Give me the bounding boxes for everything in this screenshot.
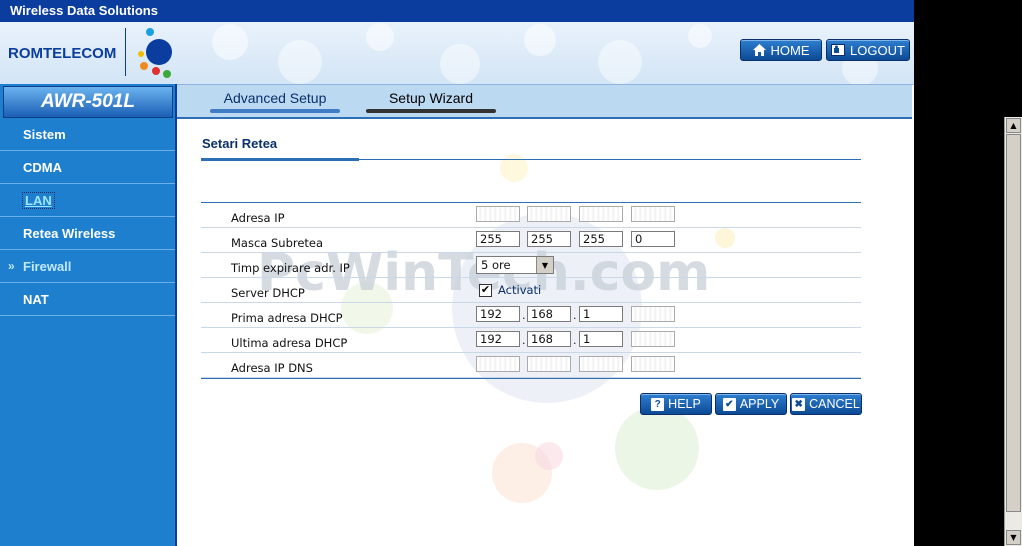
scroll-up-icon[interactable]: ▲ [1006, 118, 1021, 133]
first-octet-3-input[interactable] [579, 306, 623, 322]
mask-octet-4-input[interactable] [631, 231, 675, 247]
table-bottom-divider [201, 378, 861, 379]
checkmark-icon: ✔ [722, 397, 736, 411]
logo-separator [125, 28, 126, 76]
octet-separator: . [573, 334, 577, 347]
help-label: HELP [668, 397, 701, 411]
ip-octet-2-input[interactable] [527, 206, 571, 222]
last-octet-2-input[interactable] [527, 331, 571, 347]
last-octet-1-input[interactable] [476, 331, 520, 347]
scroll-thumb[interactable] [1006, 134, 1021, 512]
cancel-label: CANCEL [809, 397, 860, 411]
sidebar-item-label: CDMA [23, 159, 62, 175]
dns-octet-2-input[interactable] [527, 356, 571, 372]
dns-octet-3-input[interactable] [579, 356, 623, 372]
apply-label: APPLY [739, 397, 780, 411]
tab-bar: Advanced Setup Setup Wizard [177, 84, 912, 119]
mask-octet-1-input[interactable] [476, 231, 520, 247]
first-octet-4-input[interactable] [631, 306, 675, 322]
logout-button[interactable]: LOGOUT [826, 39, 910, 61]
octet-separator: . [522, 334, 526, 347]
dns-octet-4-input[interactable] [631, 356, 675, 372]
row-dns-ip: Adresa IP DNS [201, 353, 861, 378]
first-octet-2-input[interactable] [527, 306, 571, 322]
router-admin-frame: Wireless Data Solutions ROMTELECOM HOME … [0, 0, 914, 546]
sidebar-menu: Sistem CDMA LAN Retea Wireless » Firewal… [0, 118, 175, 316]
row-ip-address: Adresa IP [201, 203, 861, 228]
brand-logo-text: ROMTELECOM [8, 45, 117, 62]
header-banner: ROMTELECOM HOME LOGOUT [0, 22, 914, 85]
sidebar-item-cdma[interactable]: CDMA [0, 151, 175, 184]
last-octet-3-input[interactable] [579, 331, 623, 347]
device-model: AWR-501L [3, 86, 173, 118]
row-dhcp-server: Server DHCP ✔ Activati [201, 278, 861, 303]
row-first-dhcp: Prima adresa DHCP . . [201, 303, 861, 328]
tab-setup-wizard[interactable]: Setup Wizard [366, 85, 496, 113]
dhcp-enable-label: Activati [498, 283, 542, 297]
last-octet-4-input[interactable] [631, 331, 675, 347]
lease-time-label: Timp expirare adr. IP [231, 261, 350, 275]
logout-icon [831, 44, 846, 56]
logout-label: LOGOUT [850, 42, 905, 58]
sidebar-item-label: Firewall [23, 258, 72, 274]
ip-octet-1-input[interactable] [476, 206, 520, 222]
question-icon: ? [651, 397, 665, 411]
lease-time-select[interactable]: 5 ore ▼ [476, 256, 554, 274]
lease-time-value: 5 ore [481, 258, 511, 272]
sidebar-item-retea-wireless[interactable]: Retea Wireless [0, 217, 175, 250]
home-icon [752, 44, 766, 56]
sidebar-item-label: LAN [22, 191, 55, 209]
cancel-button[interactable]: ✖ CANCEL [790, 393, 862, 415]
section-title: Setari Retea [202, 136, 278, 151]
sidebar-item-label: Sistem [23, 126, 66, 142]
sidebar-item-label: NAT [23, 291, 49, 307]
title-underline [201, 158, 359, 161]
octet-separator: . [522, 309, 526, 322]
home-label: HOME [770, 42, 810, 58]
sidebar: AWR-501L Sistem CDMA LAN Retea Wireless … [0, 84, 177, 546]
sidebar-item-firewall[interactable]: » Firewall [0, 250, 175, 283]
apply-button[interactable]: ✔ APPLY [715, 393, 787, 415]
scroll-down-icon[interactable]: ▼ [1006, 530, 1021, 545]
ip-octet-3-input[interactable] [579, 206, 623, 222]
vertical-scrollbar[interactable]: ▲ ▼ [1004, 117, 1022, 546]
subnet-mask-label: Masca Subretea [231, 236, 324, 250]
ip-address-label: Adresa IP [231, 211, 285, 225]
home-button[interactable]: HOME [740, 39, 822, 61]
mask-octet-3-input[interactable] [579, 231, 623, 247]
dns-ip-label: Adresa IP DNS [231, 361, 313, 375]
octet-separator: . [573, 309, 577, 322]
row-subnet-mask: Masca Subretea [201, 228, 861, 253]
close-icon: ✖ [792, 397, 806, 411]
first-dhcp-label: Prima adresa DHCP [231, 311, 343, 325]
tab-advanced-setup[interactable]: Advanced Setup [210, 85, 340, 113]
row-last-dhcp: Ultima adresa DHCP . . [201, 328, 861, 353]
brand-logo-icon [138, 28, 172, 78]
last-dhcp-label: Ultima adresa DHCP [231, 336, 348, 350]
help-button[interactable]: ? HELP [640, 393, 712, 415]
chevron-double-right-icon: » [8, 259, 14, 273]
sidebar-item-lan[interactable]: LAN [0, 184, 175, 217]
row-lease-time: Timp expirare adr. IP 5 ore ▼ [201, 253, 861, 278]
dhcp-server-label: Server DHCP [231, 286, 305, 300]
sidebar-item-sistem[interactable]: Sistem [0, 118, 175, 151]
first-octet-1-input[interactable] [476, 306, 520, 322]
dhcp-enable-checkbox[interactable]: ✔ [479, 284, 492, 297]
sidebar-item-label: Retea Wireless [23, 225, 116, 241]
dropdown-arrow-icon: ▼ [536, 257, 553, 273]
app-title: Wireless Data Solutions [10, 3, 158, 18]
title-bar: Wireless Data Solutions [0, 0, 914, 22]
sidebar-item-nat[interactable]: NAT [0, 283, 175, 316]
ip-octet-4-input[interactable] [631, 206, 675, 222]
dns-octet-1-input[interactable] [476, 356, 520, 372]
mask-octet-2-input[interactable] [527, 231, 571, 247]
main-content: PcWinTech.com Setari Retea Adresa IP Mas… [177, 118, 912, 546]
